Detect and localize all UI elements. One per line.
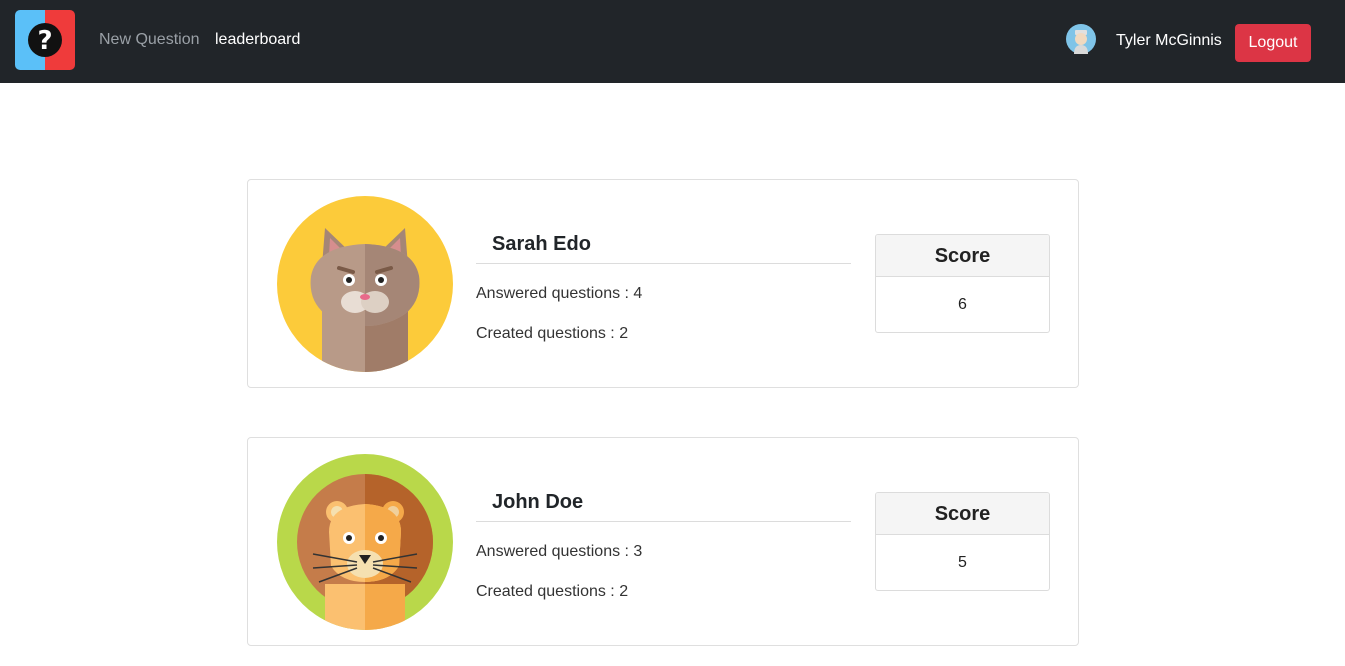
answered-questions: Answered questions : 4: [476, 285, 643, 302]
score-value: 5: [958, 554, 967, 571]
lion-avatar-icon: [277, 454, 453, 630]
svg-text:?: ?: [37, 26, 52, 56]
score-box: Score 5: [875, 492, 1050, 591]
created-questions: Created questions : 2: [476, 583, 629, 600]
logout-button[interactable]: Logout: [1235, 24, 1311, 62]
score-value: 6: [958, 296, 967, 313]
cat-avatar-icon: [277, 196, 453, 372]
nav-leaderboard-link[interactable]: leaderboard: [215, 30, 300, 50]
created-questions: Created questions : 2: [476, 325, 629, 342]
navbar: ? New Question leaderboard Tyler McGinni…: [0, 0, 1345, 83]
score-box: Score 6: [875, 234, 1050, 333]
question-mark-logo-icon[interactable]: ?: [15, 10, 75, 70]
score-label: Score: [876, 493, 1049, 535]
player-name: Sarah Edo: [476, 232, 851, 264]
answered-questions: Answered questions : 3: [476, 543, 643, 560]
user-avatar-icon: [1066, 24, 1096, 54]
nav-new-question-link[interactable]: New Question: [99, 30, 200, 50]
user-name: Tyler McGinnis: [1116, 32, 1222, 49]
player-name: John Doe: [476, 490, 851, 522]
leaderboard-card: John Doe Answered questions : 3 Created …: [247, 437, 1079, 646]
score-label: Score: [876, 235, 1049, 277]
leaderboard-card: Sarah Edo Answered questions : 4 Created…: [247, 179, 1079, 388]
